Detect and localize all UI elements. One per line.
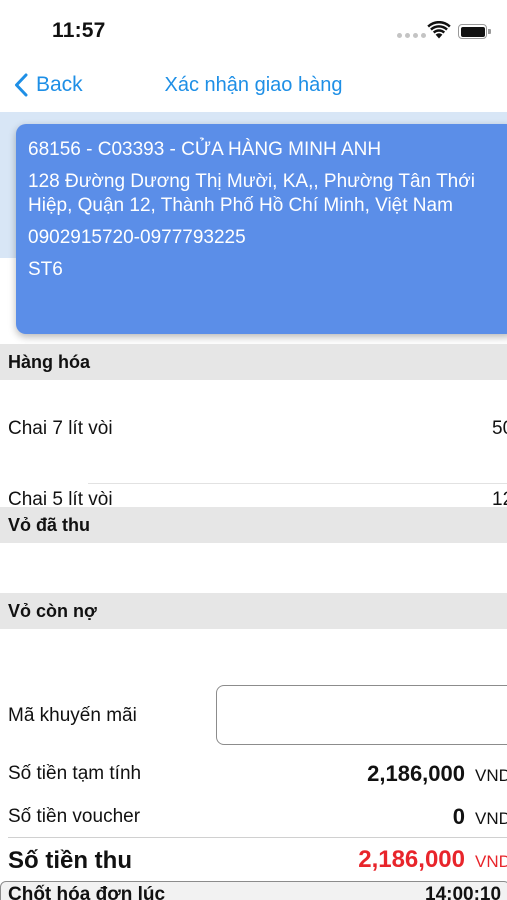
section-header-collected-shells: Vỏ đã thu (0, 507, 507, 543)
subtotal-currency: VND (475, 766, 507, 785)
customer-phone: 0902915720-0977793225 (28, 227, 246, 248)
invoice-close-label: Chốt hóa đơn lúc (8, 884, 166, 900)
status-bar: 11:57 (0, 0, 507, 60)
customer-code: ST6 (28, 259, 63, 280)
goods-name: Chai 7 lít vòi (8, 418, 113, 439)
subtotal-label: Số tiền tạm tính (8, 763, 142, 784)
promo-code-input[interactable] (216, 685, 507, 745)
wifi-icon (427, 21, 451, 39)
battery-icon (458, 24, 491, 39)
goods-quantity: 50 (492, 418, 507, 439)
customer-address: 128 Đường Dương Thị Mười, KA,, Phường Tâ… (28, 171, 475, 216)
page-title: Xác nhận giao hàng (164, 74, 343, 96)
customer-card: 68156 - C03393 - CỬA HÀNG MINH ANH 128 Đ… (16, 124, 507, 334)
customer-title: 68156 - C03393 - CỬA HÀNG MINH ANH (28, 139, 382, 160)
totals-divider (8, 837, 507, 838)
cellular-signal-icon (397, 33, 426, 38)
goods-quantity: 12 (492, 489, 507, 509)
goods-name: Chai 5 lít vòi (8, 489, 113, 509)
collect-amount-currency: VND (475, 852, 507, 871)
section-header-goods: Hàng hóa (0, 344, 507, 380)
subtotal-value: 2,186,000 (367, 761, 465, 786)
row-divider (88, 483, 507, 484)
goods-list[interactable]: Chai 7 lít vòi 50 Chai 5 lít vòi 12 (0, 381, 507, 509)
goods-row[interactable]: Chai 7 lít vòi 50 (0, 381, 507, 477)
voucher-label: Số tiền voucher (8, 806, 141, 827)
collect-amount-value: 2,186,000 (358, 846, 465, 873)
section-header-owed-shells: Vỏ còn nợ (0, 593, 507, 629)
status-time: 11:57 (52, 19, 106, 42)
goods-row[interactable]: Chai 5 lít vòi 12 (0, 477, 507, 509)
voucher-value: 0 (452, 804, 465, 829)
promo-code-label: Mã khuyến mãi (8, 705, 137, 726)
invoice-close-time: 14:00:10 (425, 884, 502, 900)
voucher-currency: VND (475, 809, 507, 828)
navigation-bar: Back Xác nhận giao hàng (0, 60, 507, 112)
collect-amount-label: Số tiền thu (8, 847, 132, 874)
